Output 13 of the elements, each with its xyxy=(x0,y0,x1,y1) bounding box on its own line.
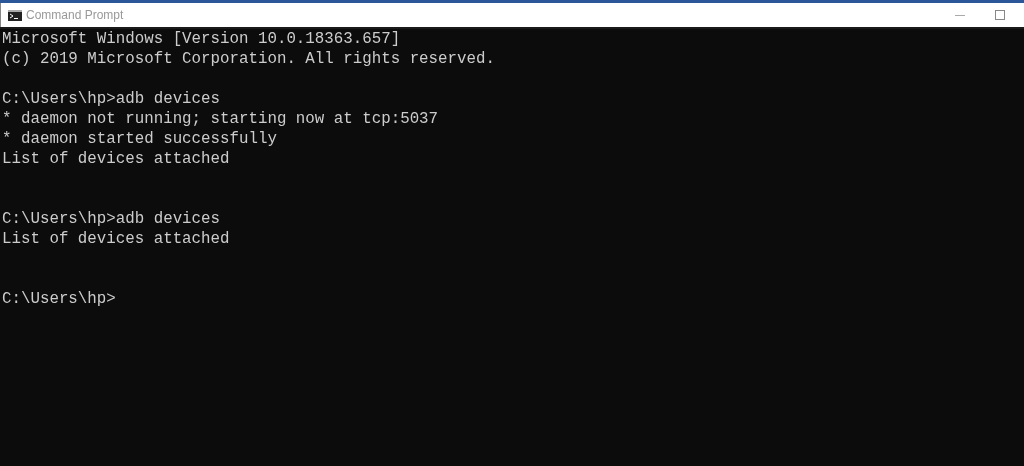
maximize-icon[interactable] xyxy=(995,10,1005,20)
console-line: (c) 2019 Microsoft Corporation. All rights reserved. xyxy=(2,49,495,69)
terminal-icon xyxy=(8,9,22,21)
console-line: List of devices attached xyxy=(2,149,230,169)
window-title: Command Prompt xyxy=(26,7,124,24)
console-line: * daemon not running; starting now at tcp:5037 xyxy=(2,109,439,129)
console-line: C:\Users\hp> xyxy=(2,289,116,309)
console-line: C:\Users\hp>adb devices xyxy=(2,209,221,229)
console-line: List of devices attached xyxy=(2,229,230,249)
console-line: Microsoft Windows [Version 10.0.18363.657] xyxy=(2,29,401,49)
console-line: * daemon started successfully xyxy=(2,129,277,149)
console-line: C:\Users\hp>adb devices xyxy=(2,89,221,109)
minimize-icon[interactable] xyxy=(955,14,965,16)
